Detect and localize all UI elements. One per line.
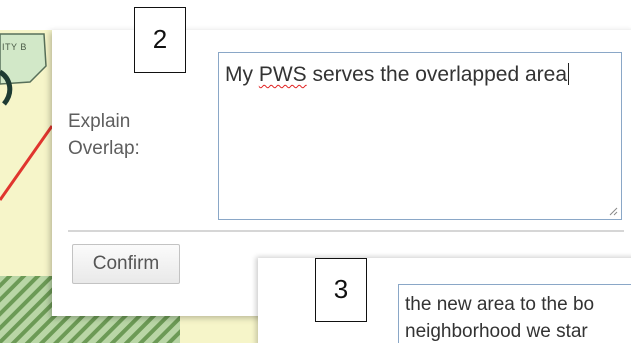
text-caret xyxy=(568,63,569,85)
misspelled-word: PWS xyxy=(258,63,307,86)
second-popup: the new area to the bo neighborhood we s… xyxy=(258,258,631,343)
textarea-line: the new area to the bo xyxy=(405,294,595,315)
explain-overlap-label-text: Explain Overlap: xyxy=(68,111,140,159)
explanation-prefix: My xyxy=(225,63,259,86)
step-callout-2: 2 xyxy=(134,7,186,73)
explain-overlap-label: Explain Overlap: xyxy=(68,108,188,162)
map-label: ITY B xyxy=(2,42,27,52)
explanation-suffix: serves the overlapped area xyxy=(306,63,568,86)
divider xyxy=(68,230,624,232)
explain-overlap-textarea[interactable]: My PWS serves the overlapped area xyxy=(218,52,622,220)
textarea-line: neighborhood we star xyxy=(405,321,588,342)
confirm-button[interactable]: Confirm xyxy=(72,244,180,284)
second-popup-textarea[interactable]: the new area to the bo neighborhood we s… xyxy=(398,284,631,343)
resize-grip-icon[interactable] xyxy=(609,207,618,216)
step-callout-3: 3 xyxy=(315,258,367,322)
